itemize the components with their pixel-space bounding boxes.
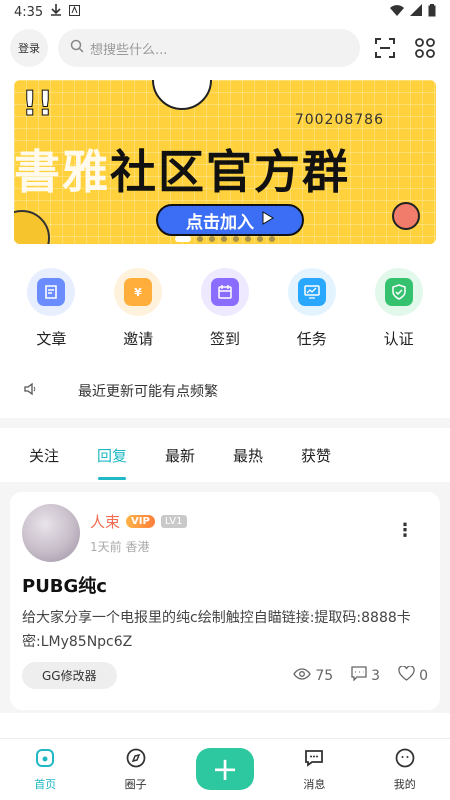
notice-text: 最近更新可能有点频繁 — [78, 384, 218, 400]
heart-icon — [398, 665, 415, 685]
post-meta: 1天前 香港 — [90, 540, 150, 554]
more-options-icon[interactable]: ⋮ — [396, 520, 414, 541]
banner-title-main: 社区官方群 — [110, 145, 350, 199]
nav-item-0[interactable]: 首页 — [15, 747, 75, 792]
calendar-icon — [200, 268, 249, 316]
a-icon — [69, 4, 81, 20]
carousel-dot[interactable] — [245, 236, 251, 242]
carousel-dot[interactable] — [197, 236, 203, 242]
apps-grid-icon[interactable] — [410, 33, 440, 63]
post-body[interactable]: 给大家分享一个电报里的纯c绘制触控自瞄链接:提取码:8888卡密:LMy85Np… — [22, 606, 428, 654]
nav-label: 首页 — [34, 778, 57, 791]
quick-action-0[interactable]: 文章 — [16, 268, 86, 354]
quick-action-label: 文章 — [36, 330, 67, 348]
post-card[interactable]: 人束 VIP LV1 1天前 香港 ⋮ PUBG纯c 给大家分享一个电报里的纯c… — [10, 492, 440, 710]
scan-icon[interactable] — [370, 33, 400, 63]
nav-label: 我的 — [393, 778, 416, 791]
tab-0[interactable]: 关注 — [10, 445, 78, 466]
quick-action-2[interactable]: 签到 — [190, 268, 260, 354]
quick-action-label: 任务 — [296, 330, 327, 348]
feed-tabs: 关注 回复 最新 最热 获赞 — [0, 428, 450, 482]
add-icon[interactable]: + — [195, 747, 254, 790]
circle-decoration — [392, 202, 420, 230]
post-header: 人束 VIP LV1 1天前 香港 — [22, 504, 428, 562]
level-badge: LV1 — [160, 515, 187, 528]
likes-stat[interactable]: 0 — [398, 665, 428, 685]
comments-count: 3 — [371, 667, 381, 684]
search-icon — [70, 39, 84, 57]
comment-icon — [351, 666, 367, 685]
banner-title-faded: 書雅 — [14, 145, 110, 199]
views-count: 75 — [315, 667, 334, 684]
quick-action-1[interactable]: ¥ 邀请 — [103, 268, 173, 354]
banner-qq-number: 700208786 — [294, 112, 384, 128]
quick-action-3[interactable]: 任务 — [277, 268, 347, 354]
join-button[interactable]: 点击加入 — [156, 204, 304, 236]
carousel-dot[interactable] — [175, 236, 191, 242]
download-icon — [51, 4, 62, 20]
profile-icon — [394, 747, 416, 772]
money-bag-icon: ¥ — [114, 268, 163, 316]
quick-action-label: 认证 — [383, 330, 414, 348]
shield-check-icon — [374, 268, 423, 316]
speaker-icon — [24, 382, 38, 400]
post-footer: GG修改器 75 3 0 — [22, 662, 428, 689]
nav-item-4[interactable]: 我的 — [375, 747, 435, 792]
carousel-dot[interactable] — [209, 236, 215, 242]
battery-icon — [428, 3, 436, 21]
nav-label: 消息 — [303, 778, 326, 791]
carousel-indicator — [14, 236, 436, 242]
likes-count: 0 — [419, 667, 428, 684]
views-stat: 75 — [293, 668, 333, 684]
carousel-dot[interactable] — [221, 236, 227, 242]
quick-action-label: 邀请 — [123, 330, 154, 348]
status-bar: 4:35 — [0, 0, 450, 24]
chat-icon — [303, 747, 325, 772]
eye-icon — [293, 667, 312, 684]
clock: 4:35 — [14, 4, 44, 20]
tab-4[interactable]: 获赞 — [282, 445, 350, 466]
search-placeholder: 想搜些什么... — [90, 42, 168, 58]
carousel-dot[interactable] — [257, 236, 263, 242]
top-bar: 登录 想搜些什么... — [0, 24, 450, 72]
signal-icon — [410, 4, 422, 20]
comments-stat[interactable]: 3 — [351, 666, 380, 685]
article-icon — [27, 268, 76, 316]
play-arrow-icon — [262, 210, 274, 230]
monitor-icon — [287, 268, 336, 316]
tab-1[interactable]: 回复 — [78, 445, 146, 466]
section-divider — [0, 418, 450, 428]
exclaim-decoration: !! — [21, 84, 54, 125]
quick-action-4[interactable]: 认证 — [364, 268, 434, 354]
post-tag[interactable]: GG修改器 — [22, 662, 117, 689]
speech-bubble-decoration — [152, 80, 212, 110]
home-icon — [34, 747, 56, 772]
post-title[interactable]: PUBG纯c — [22, 572, 428, 598]
carousel-dot[interactable] — [233, 236, 239, 242]
nav-item-3[interactable]: 消息 — [284, 747, 344, 792]
login-button[interactable]: 登录 — [10, 29, 48, 67]
svg-text:¥: ¥ — [134, 286, 142, 299]
notice-bar[interactable]: 最近更新可能有点频繁 — [0, 364, 450, 418]
promo-banner[interactable]: !! 700208786 書雅社区官方群 点击加入 — [14, 80, 436, 244]
tab-2[interactable]: 最新 — [146, 445, 214, 466]
compass-icon — [125, 747, 147, 772]
avatar[interactable] — [22, 504, 80, 562]
bottom-navigation: 首页 圈子 + 消息 我的 — [0, 738, 450, 800]
nav-item-1[interactable]: 圈子 — [106, 747, 166, 792]
carousel-dot[interactable] — [269, 236, 275, 242]
join-button-label: 点击加入 — [186, 212, 254, 233]
tab-3[interactable]: 最热 — [214, 445, 282, 466]
feed-list: 人束 VIP LV1 1天前 香港 ⋮ PUBG纯c 给大家分享一个电报里的纯c… — [0, 482, 450, 713]
author-name[interactable]: 人束 — [90, 511, 120, 532]
quick-action-label: 签到 — [209, 330, 240, 348]
search-input[interactable]: 想搜些什么... — [58, 29, 360, 67]
quick-actions: 文章 ¥ 邀请 签到 任务 认证 — [0, 244, 450, 354]
banner-title: 書雅社区官方群 — [14, 136, 350, 202]
nav-label: 圈子 — [124, 778, 147, 791]
wifi-icon — [390, 4, 404, 20]
vip-badge: VIP — [126, 515, 155, 528]
